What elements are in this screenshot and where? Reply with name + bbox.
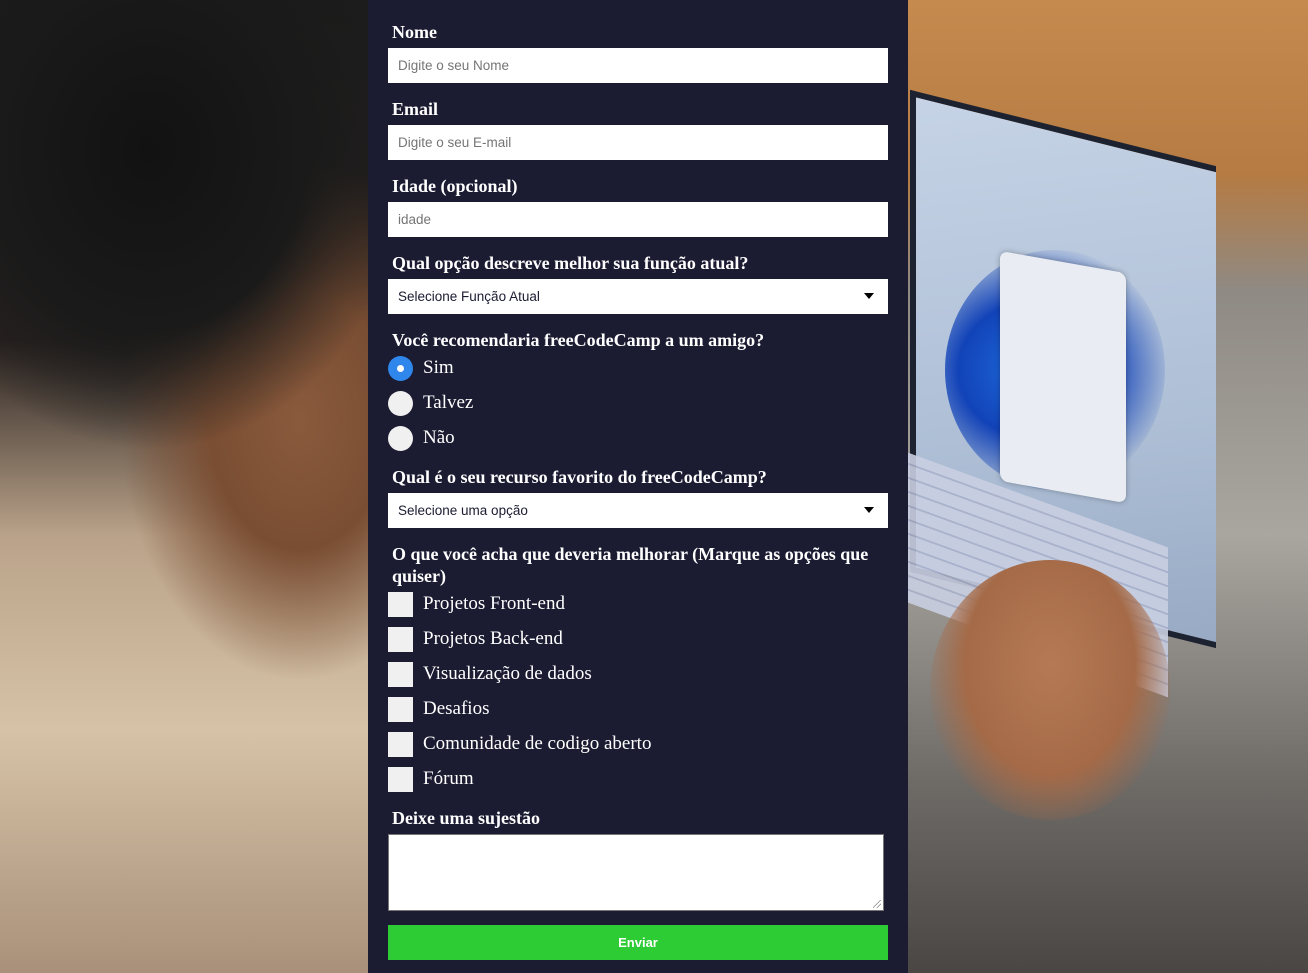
role-select-value: Selecione Função Atual (398, 289, 540, 304)
radio-option-label: Sim (423, 357, 454, 378)
checkbox[interactable] (388, 626, 413, 652)
resize-handle-icon[interactable] (873, 900, 881, 908)
chevron-down-icon (864, 293, 874, 299)
name-label: Nome (392, 22, 437, 42)
checkbox[interactable] (388, 591, 413, 617)
suggestion-label: Deixe uma sujestão (392, 808, 540, 828)
checkbox[interactable] (388, 731, 413, 757)
favorite-select[interactable]: Selecione uma opção (388, 493, 888, 528)
radio-button[interactable] (388, 390, 413, 416)
email-field[interactable] (388, 125, 888, 160)
checkbox-label: Desafios (423, 698, 490, 719)
background-app-window (1000, 250, 1126, 504)
improve-label: O que você acha que deveria melhorar (Ma… (392, 544, 869, 586)
checkbox-label: Projetos Back-end (423, 628, 563, 649)
recommend-label: Você recomendaria freeCodeCamp a um amig… (392, 330, 765, 350)
checkbox[interactable] (388, 661, 413, 687)
background-hand (930, 560, 1170, 820)
radio-option-nao[interactable]: Não (388, 425, 455, 451)
checkbox[interactable] (388, 696, 413, 722)
checkbox-option[interactable]: Visualização de dados (388, 661, 592, 687)
favorite-label: Qual é o seu recurso favorito do freeCod… (392, 467, 767, 487)
radio-option-sim[interactable]: Sim (388, 355, 454, 381)
checkbox-option[interactable]: Fórum (388, 766, 474, 792)
checkbox-label: Fórum (423, 768, 474, 789)
checkbox-option[interactable]: Desafios (388, 696, 489, 722)
checkbox[interactable] (388, 766, 413, 792)
age-label: Idade (opcional) (392, 176, 518, 196)
radio-option-label: Não (423, 427, 455, 448)
background-person (0, 0, 368, 973)
favorite-select-value: Selecione uma opção (398, 503, 528, 518)
checkbox-label: Projetos Front-end (423, 593, 565, 614)
role-label: Qual opção descreve melhor sua função at… (392, 253, 749, 273)
radio-option-talvez[interactable]: Talvez (388, 390, 473, 416)
radio-option-label: Talvez (423, 392, 474, 413)
checkbox-option[interactable]: Projetos Back-end (388, 626, 563, 652)
checkbox-label: Comunidade de codigo aberto (423, 733, 652, 754)
age-field[interactable] (388, 202, 888, 237)
checkbox-label: Visualização de dados (423, 663, 592, 684)
name-field[interactable] (388, 48, 888, 83)
survey-form: Nome Email Idade (opcional) Qual opção d… (368, 0, 908, 973)
role-select[interactable]: Selecione Função Atual (388, 279, 888, 314)
submit-button[interactable]: Enviar (388, 925, 888, 960)
chevron-down-icon (864, 507, 874, 513)
radio-button[interactable] (388, 425, 413, 451)
checkbox-option[interactable]: Projetos Front-end (388, 591, 565, 617)
radio-button-selected[interactable] (388, 355, 413, 381)
checkbox-option[interactable]: Comunidade de codigo aberto (388, 731, 651, 757)
suggestion-textarea[interactable] (388, 834, 884, 911)
email-label: Email (392, 99, 439, 119)
